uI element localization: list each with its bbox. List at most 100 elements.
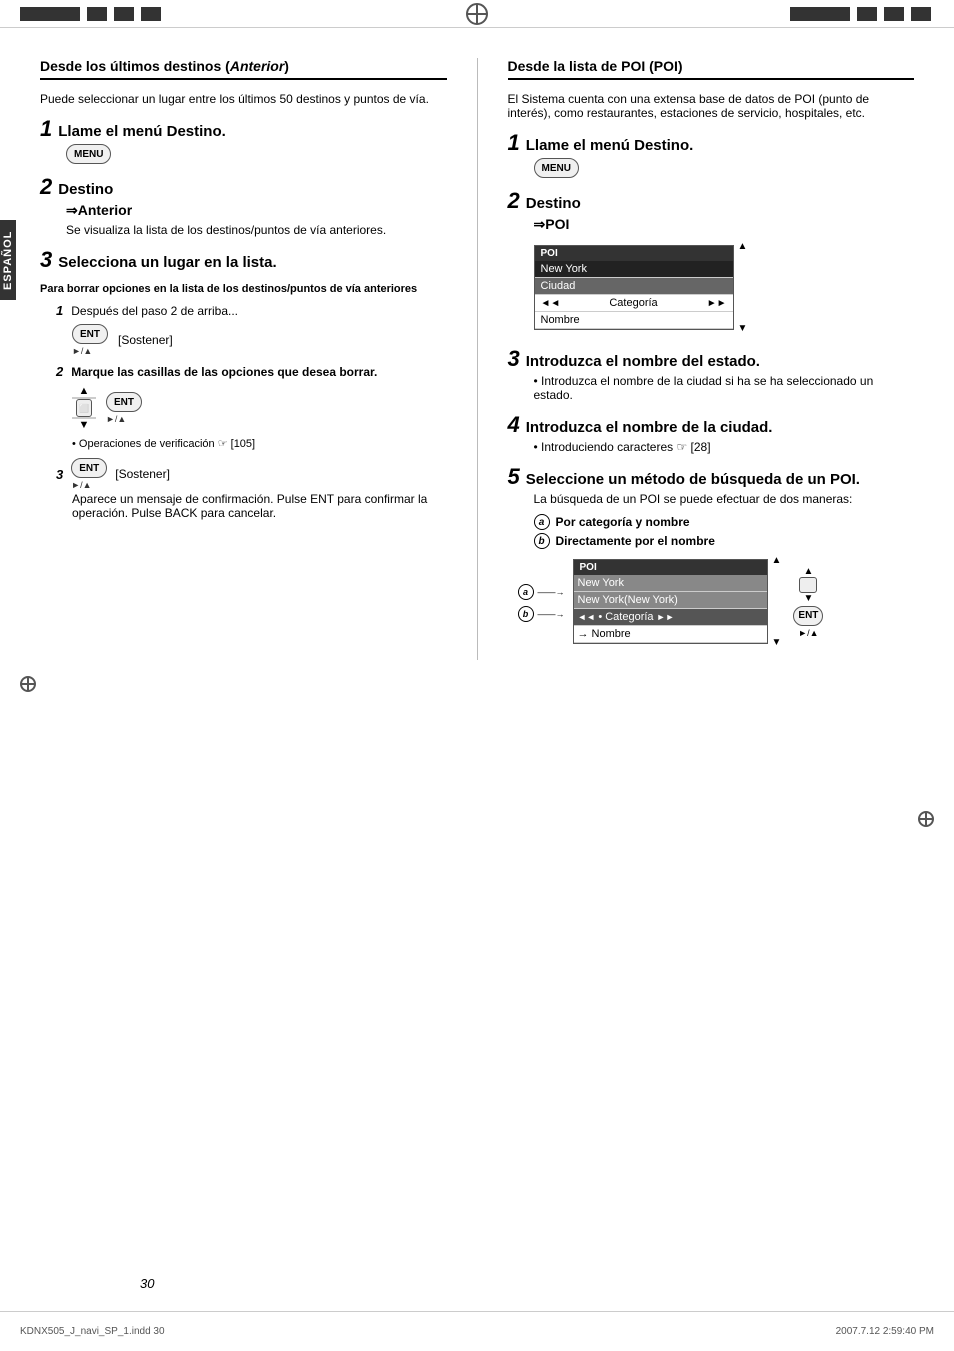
method-b-label: b [534, 533, 550, 549]
bar-block-7 [884, 7, 904, 21]
sub-section-heading: Para borrar opciones en la lista de los … [40, 283, 447, 295]
step2-line1: Destino [58, 181, 113, 198]
step2-body: Se visualiza la lista de los destinos/pu… [66, 223, 447, 237]
page-bottom-bar: KDNX505_J_navi_SP_1.indd 30 2007.7.12 2:… [0, 1311, 954, 1351]
right-step-3: 3 Introduzca el nombre del estado. Intro… [508, 348, 915, 402]
crosshair-top-center [466, 3, 488, 25]
sub2-ent-combo: ENT ►/▲ [106, 392, 142, 424]
poi2-row-1: New York(New York) [574, 592, 767, 609]
left-step-3: 3 Selecciona un lugar en la lista. [40, 249, 447, 271]
step3-number: 3 [40, 249, 52, 271]
right-step1-title: Llame el menú Destino. [526, 137, 694, 154]
sub3-ent-combo: ENT ►/▲ [71, 458, 107, 490]
sub1-num: 1 [56, 303, 63, 318]
right-step1-number: 1 [508, 132, 520, 154]
column-divider [477, 58, 478, 660]
left-crosshair [20, 676, 36, 692]
step5-body: La búsqueda de un POI se puede efectuar … [534, 492, 915, 506]
joystick2-icon: ▲ ▼ [799, 566, 817, 604]
method-b-text: Directamente por el nombre [556, 534, 715, 548]
sub1-key-label: [Sostener] [118, 333, 173, 347]
poi2-header: POI [574, 560, 767, 575]
sub-step-1: 1 Después del paso 2 de arriba... ENT ►/… [56, 303, 447, 356]
sub1-ent-combo: ENT ►/▲ [72, 324, 108, 356]
sub3-num: 3 [56, 467, 63, 482]
top-bar-left [20, 7, 466, 21]
sub2-ent-key: ENT [106, 392, 142, 412]
ref-a: a ——→ [518, 584, 565, 600]
right-step5-title: Seleccione un método de búsqueda de un P… [526, 471, 860, 488]
sub2-num: 2 [56, 364, 63, 379]
right-step5-number: 5 [508, 466, 520, 488]
poi2-row-2: ◄◄ • Categoría ►► [574, 609, 767, 626]
page-number: 30 [140, 1276, 154, 1291]
sub2-ent-arrow: ►/▲ [106, 414, 126, 424]
right-section-title: Desde la lista de POI (POI) [508, 58, 915, 80]
bar-block-5 [790, 7, 850, 21]
bar-block-6 [857, 7, 877, 21]
poi-header: POI [535, 246, 733, 261]
ref-b: b ——→ [518, 606, 565, 622]
poi-screen-2-container: a ——→ b ——→ POI New York [518, 555, 915, 648]
right-crosshair [918, 811, 934, 827]
sub3-body: Aparece un mensaje de confirmación. Puls… [72, 492, 447, 520]
step3-bullet: Introduzca el nombre de la ciudad si ha … [534, 374, 915, 402]
sub-steps: 1 Después del paso 2 de arriba... ENT ►/… [56, 303, 447, 520]
right-step3-number: 3 [508, 348, 520, 370]
top-bar-right [488, 7, 934, 21]
right-step2-number: 2 [508, 190, 520, 212]
sub-step-2: 2 Marque las casillas de las opciones qu… [56, 364, 447, 450]
right-step2-arrow-line: ⇒POI [534, 216, 915, 233]
bar-block-2 [87, 7, 107, 21]
poi-screen-1: POI New York Ciudad ◄◄ Categoría ►► Nomb… [534, 245, 734, 330]
sub1-text: Después del paso 2 de arriba... [71, 304, 238, 318]
poi-screen-2-wrapper: POI New York New York(New York) ◄◄ • Cat… [573, 555, 782, 648]
sub3-ent-key: ENT [71, 458, 107, 478]
sub-step-3: 3 ENT ►/▲ [Sostener] Aparece un mensaje … [56, 458, 447, 520]
bottom-filename: KDNX505_J_navi_SP_1.indd 30 [20, 1326, 477, 1337]
method-a-row: a Por categoría y nombre [534, 514, 915, 530]
poi-screen-2: POI New York New York(New York) ◄◄ • Cat… [573, 559, 768, 644]
left-section-title: Desde los últimos destinos (Anterior) [40, 58, 447, 80]
bar-block-1 [20, 7, 80, 21]
step4-bullet: Introduciendo caracteres ☞ [28] [534, 440, 915, 454]
step2-arrow-line: ⇒Anterior [66, 202, 447, 219]
poi-row-0: New York [535, 261, 733, 278]
poi2-row-3: → Nombre [574, 626, 767, 643]
sub1-diagram: ENT ►/▲ [Sostener] [72, 324, 447, 356]
sub1-ent-key: ENT [72, 324, 108, 344]
bar-block-3 [114, 7, 134, 21]
menu-key: MENU [66, 144, 111, 164]
method-a-label: a [534, 514, 550, 530]
poi-row-2: ◄◄ Categoría ►► [535, 295, 733, 312]
step1-title: Llame el menú Destino. [58, 123, 226, 140]
poi2-ent-key: ENT [793, 606, 823, 626]
right-menu-key: MENU [534, 158, 579, 178]
bar-block-8 [911, 7, 931, 21]
bottom-date: 2007.7.12 2:59:40 PM [477, 1326, 934, 1337]
poi-row-1: Ciudad [535, 278, 733, 295]
left-section-intro: Puede seleccionar un lugar entre los últ… [40, 92, 447, 106]
right-step2-line1: Destino [526, 195, 581, 212]
sub2-text: Marque las casillas de las opciones que … [71, 365, 377, 379]
poi2-ent: ▲ ▼ ENT ►/▲ [793, 566, 823, 638]
joystick-icon: ▲ ⬜ ▼ [72, 385, 96, 431]
sub3-key-label: [Sostener] [115, 467, 170, 481]
right-column: Desde la lista de POI (POI) El Sistema c… [508, 58, 915, 660]
left-step-2: 2 Destino ⇒Anterior Se visualiza la list… [40, 176, 447, 237]
step2-number: 2 [40, 176, 52, 198]
right-step4-title: Introduzca el nombre de la ciudad. [526, 419, 773, 436]
sub2-bullet: Operaciones de verificación ☞ [105] [72, 437, 447, 450]
step1-menu-key: MENU [66, 144, 447, 164]
bar-block-4 [141, 7, 161, 21]
sub2-diagram: ▲ ⬜ ▼ ENT ►/▲ [72, 385, 447, 431]
main-content: Desde los últimos destinos (Anterior) Pu… [0, 28, 954, 690]
right-section-intro: El Sistema cuenta con una extensa base d… [508, 92, 915, 120]
method-b-row: b Directamente por el nombre [534, 533, 915, 549]
poi-row-3: Nombre [535, 312, 733, 329]
right-step-4: 4 Introduzca el nombre de la ciudad. Int… [508, 414, 915, 454]
step3-title: Selecciona un lugar en la lista. [58, 254, 276, 271]
step1-number: 1 [40, 118, 52, 140]
poi2-scroll: ▲ ▼ [772, 555, 782, 648]
left-column: Desde los últimos destinos (Anterior) Pu… [20, 58, 447, 660]
